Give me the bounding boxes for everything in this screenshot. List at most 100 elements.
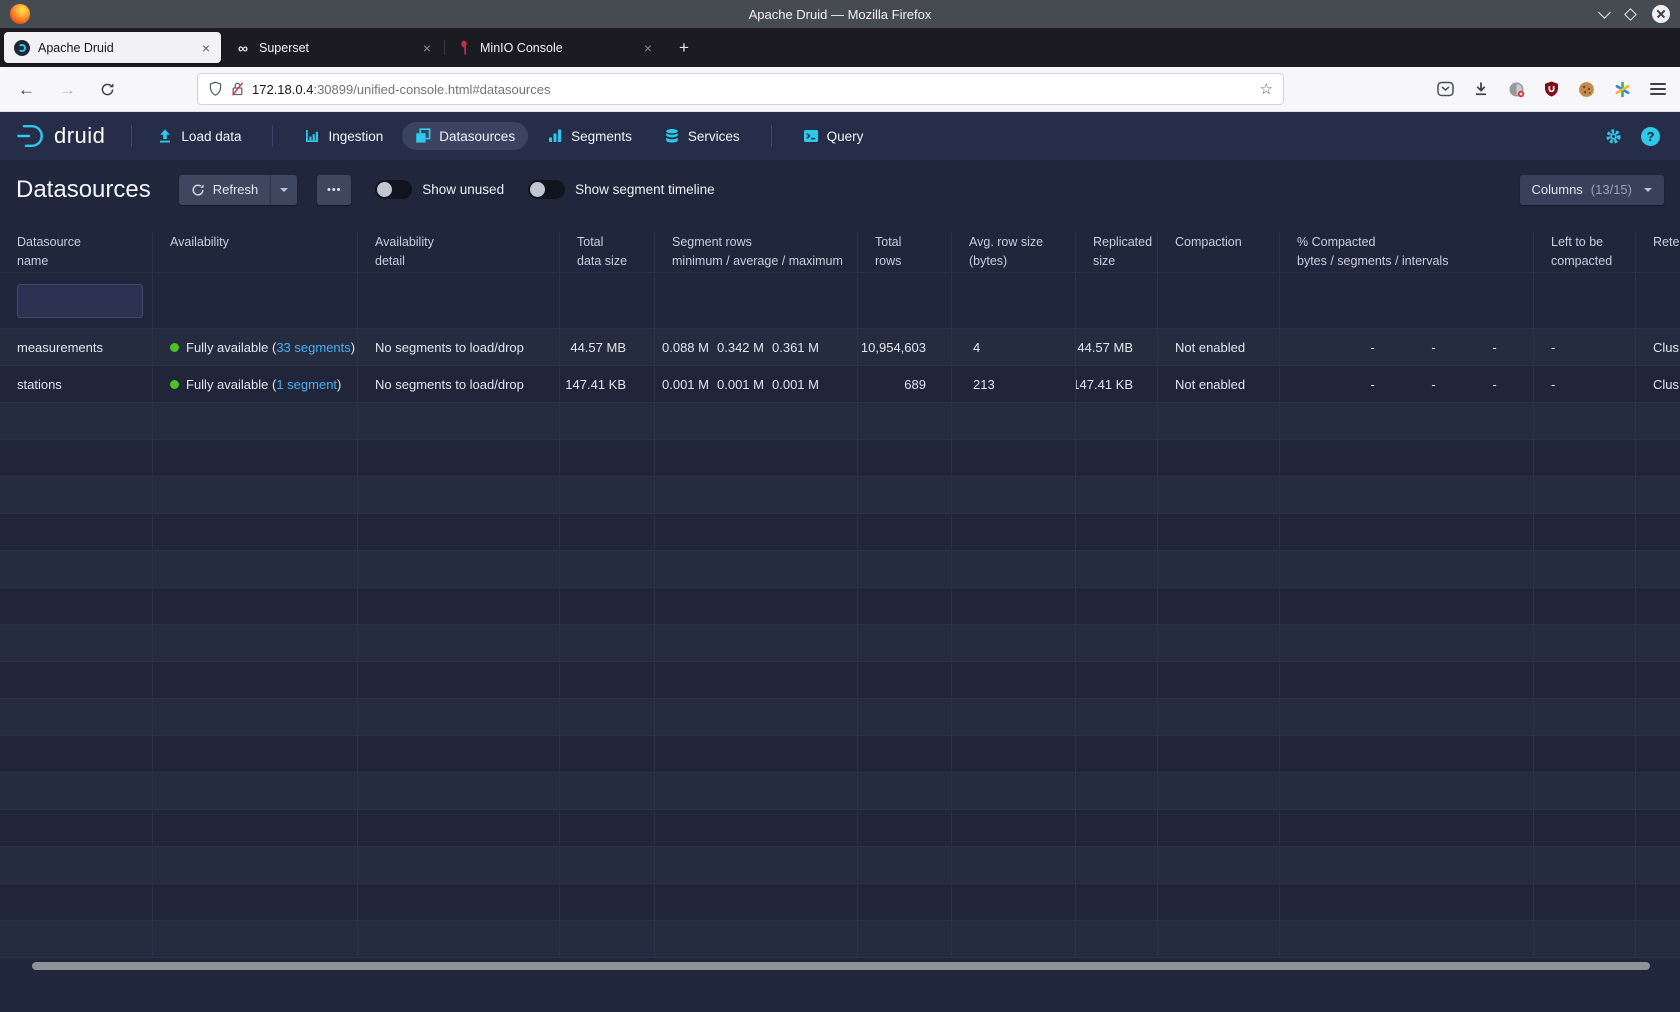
tab-close-icon[interactable]: × bbox=[199, 40, 213, 56]
empty-cell bbox=[0, 662, 153, 699]
column-header-compaction[interactable]: Compaction bbox=[1158, 219, 1280, 273]
empty-cell bbox=[952, 736, 1076, 773]
ublock-origin-icon[interactable] bbox=[1544, 81, 1559, 97]
empty-cell bbox=[1076, 847, 1158, 884]
empty-cell bbox=[0, 551, 153, 588]
window-titlebar: Apache Druid — Mozilla Firefox bbox=[0, 0, 1680, 28]
empty-cell bbox=[1636, 551, 1680, 588]
empty-cell bbox=[1280, 884, 1534, 921]
column-header-retention[interactable]: Rete bbox=[1636, 219, 1680, 273]
cell-left-to-be-compacted: - bbox=[1534, 329, 1636, 366]
segments-link[interactable]: 1 segment bbox=[276, 377, 337, 392]
empty-cell bbox=[655, 477, 858, 514]
empty-cell bbox=[1534, 699, 1636, 736]
empty-cell bbox=[0, 847, 153, 884]
load-data-icon bbox=[157, 128, 173, 144]
minio-favicon-icon bbox=[456, 40, 472, 56]
filter-cell-avg_row_size bbox=[952, 273, 1076, 329]
browser-toolbar: ← → 172.18.0.4:30899/unified-console.htm… bbox=[0, 67, 1680, 112]
segments-link[interactable]: 33 segments bbox=[276, 340, 350, 355]
empty-table-row bbox=[0, 403, 1680, 440]
nav-item-services[interactable]: Services bbox=[651, 122, 753, 150]
empty-cell bbox=[1636, 847, 1680, 884]
empty-cell bbox=[1158, 440, 1280, 477]
nav-item-segments[interactable]: Segments bbox=[534, 122, 645, 150]
empty-cell bbox=[560, 625, 655, 662]
empty-cell bbox=[1280, 403, 1534, 440]
chevron-down-icon bbox=[280, 188, 288, 196]
druid-brand[interactable]: druid bbox=[14, 122, 105, 150]
empty-cell bbox=[0, 699, 153, 736]
empty-cell bbox=[358, 514, 560, 551]
cell-datasource-name[interactable]: stations bbox=[0, 366, 153, 403]
empty-cell bbox=[655, 662, 858, 699]
settings-gear-icon[interactable] bbox=[1604, 127, 1623, 146]
cell-datasource-name[interactable]: measurements bbox=[0, 329, 153, 366]
empty-cell bbox=[560, 810, 655, 847]
new-tab-button[interactable]: + bbox=[669, 33, 699, 63]
empty-cell bbox=[358, 403, 560, 440]
empty-cell bbox=[1636, 588, 1680, 625]
tab-close-icon[interactable]: × bbox=[641, 40, 655, 56]
nav-item-ingestion[interactable]: Ingestion bbox=[291, 122, 396, 150]
column-header-total_data_size[interactable]: Total data size bbox=[560, 219, 655, 273]
columns-count: (13/15) bbox=[1591, 182, 1632, 197]
menu-hamburger-icon[interactable] bbox=[1650, 83, 1666, 95]
tab-close-icon[interactable]: × bbox=[420, 40, 434, 56]
help-icon[interactable]: ? bbox=[1641, 127, 1660, 146]
tab-label: Superset bbox=[259, 41, 412, 55]
column-header-name[interactable]: Datasource name bbox=[0, 219, 153, 273]
column-header-left_to_be_compacted[interactable]: Left to be compacted bbox=[1534, 219, 1636, 273]
show-unused-toggle[interactable] bbox=[375, 180, 412, 199]
browser-tab[interactable]: ∞Superset× bbox=[225, 32, 442, 63]
nav-item-datasources[interactable]: Datasources bbox=[402, 122, 528, 150]
tracking-shield-icon[interactable] bbox=[208, 81, 223, 97]
nav-item-query[interactable]: Query bbox=[790, 122, 877, 150]
column-header-avg_row_size[interactable]: Avg. row size (bytes) bbox=[952, 219, 1076, 273]
empty-cell bbox=[1076, 588, 1158, 625]
column-header-segment_rows[interactable]: Segment rows minimum / average / maximum bbox=[655, 219, 858, 273]
column-header-availability_detail[interactable]: Availability detail bbox=[358, 219, 560, 273]
empty-cell bbox=[1280, 736, 1534, 773]
filter-cell-compaction bbox=[1158, 273, 1280, 329]
datasource-name-filter-input[interactable] bbox=[17, 284, 143, 318]
empty-cell bbox=[358, 699, 560, 736]
pocket-icon[interactable] bbox=[1437, 81, 1454, 97]
refresh-dropdown-button[interactable] bbox=[270, 175, 297, 205]
cookie-extension-icon[interactable] bbox=[1578, 81, 1595, 98]
url-text[interactable]: 172.18.0.4:30899/unified-console.html#da… bbox=[252, 82, 1252, 97]
column-header-availability[interactable]: Availability bbox=[153, 219, 358, 273]
cell-availability: Fully available (33 segments) bbox=[153, 329, 358, 366]
insecure-lock-icon[interactable] bbox=[231, 81, 244, 97]
horizontal-scrollbar[interactable] bbox=[32, 962, 1650, 970]
downloads-icon[interactable] bbox=[1473, 81, 1489, 97]
column-header-replicated_size[interactable]: Replicated size bbox=[1076, 219, 1158, 273]
extension-proxy-icon[interactable] bbox=[1508, 81, 1525, 98]
nav-item-label: Datasources bbox=[439, 129, 515, 144]
url-bar[interactable]: 172.18.0.4:30899/unified-console.html#da… bbox=[197, 73, 1284, 105]
show-segment-timeline-toggle[interactable] bbox=[528, 180, 565, 199]
window-maximize-icon[interactable] bbox=[1624, 8, 1637, 21]
column-header-percent_compacted[interactable]: % Compacted bytes / segments / intervals bbox=[1280, 219, 1534, 273]
columns-button[interactable]: Columns (13/15) bbox=[1520, 175, 1665, 205]
reload-icon[interactable] bbox=[100, 82, 115, 97]
empty-cell bbox=[858, 699, 952, 736]
back-icon[interactable]: ← bbox=[18, 81, 35, 98]
empty-cell bbox=[560, 440, 655, 477]
more-actions-button[interactable]: ••• bbox=[317, 175, 351, 205]
nav-item-load-data[interactable]: Load data bbox=[144, 122, 254, 150]
bookmark-star-icon[interactable]: ☆ bbox=[1260, 80, 1273, 98]
empty-cell bbox=[858, 403, 952, 440]
window-close-icon[interactable] bbox=[1652, 5, 1670, 23]
empty-cell bbox=[655, 847, 858, 884]
datasources-icon bbox=[415, 128, 431, 144]
empty-cell bbox=[1636, 514, 1680, 551]
browser-tab[interactable]: MinIO Console× bbox=[446, 32, 663, 63]
browser-tab[interactable]: Apache Druid× bbox=[4, 32, 221, 63]
empty-cell bbox=[1158, 736, 1280, 773]
empty-cell bbox=[1280, 810, 1534, 847]
refresh-button[interactable]: Refresh bbox=[179, 175, 271, 205]
column-header-total_rows[interactable]: Total rows bbox=[858, 219, 952, 273]
window-minimize-icon[interactable] bbox=[1598, 6, 1611, 19]
pinwheel-extension-icon[interactable] bbox=[1614, 81, 1631, 98]
